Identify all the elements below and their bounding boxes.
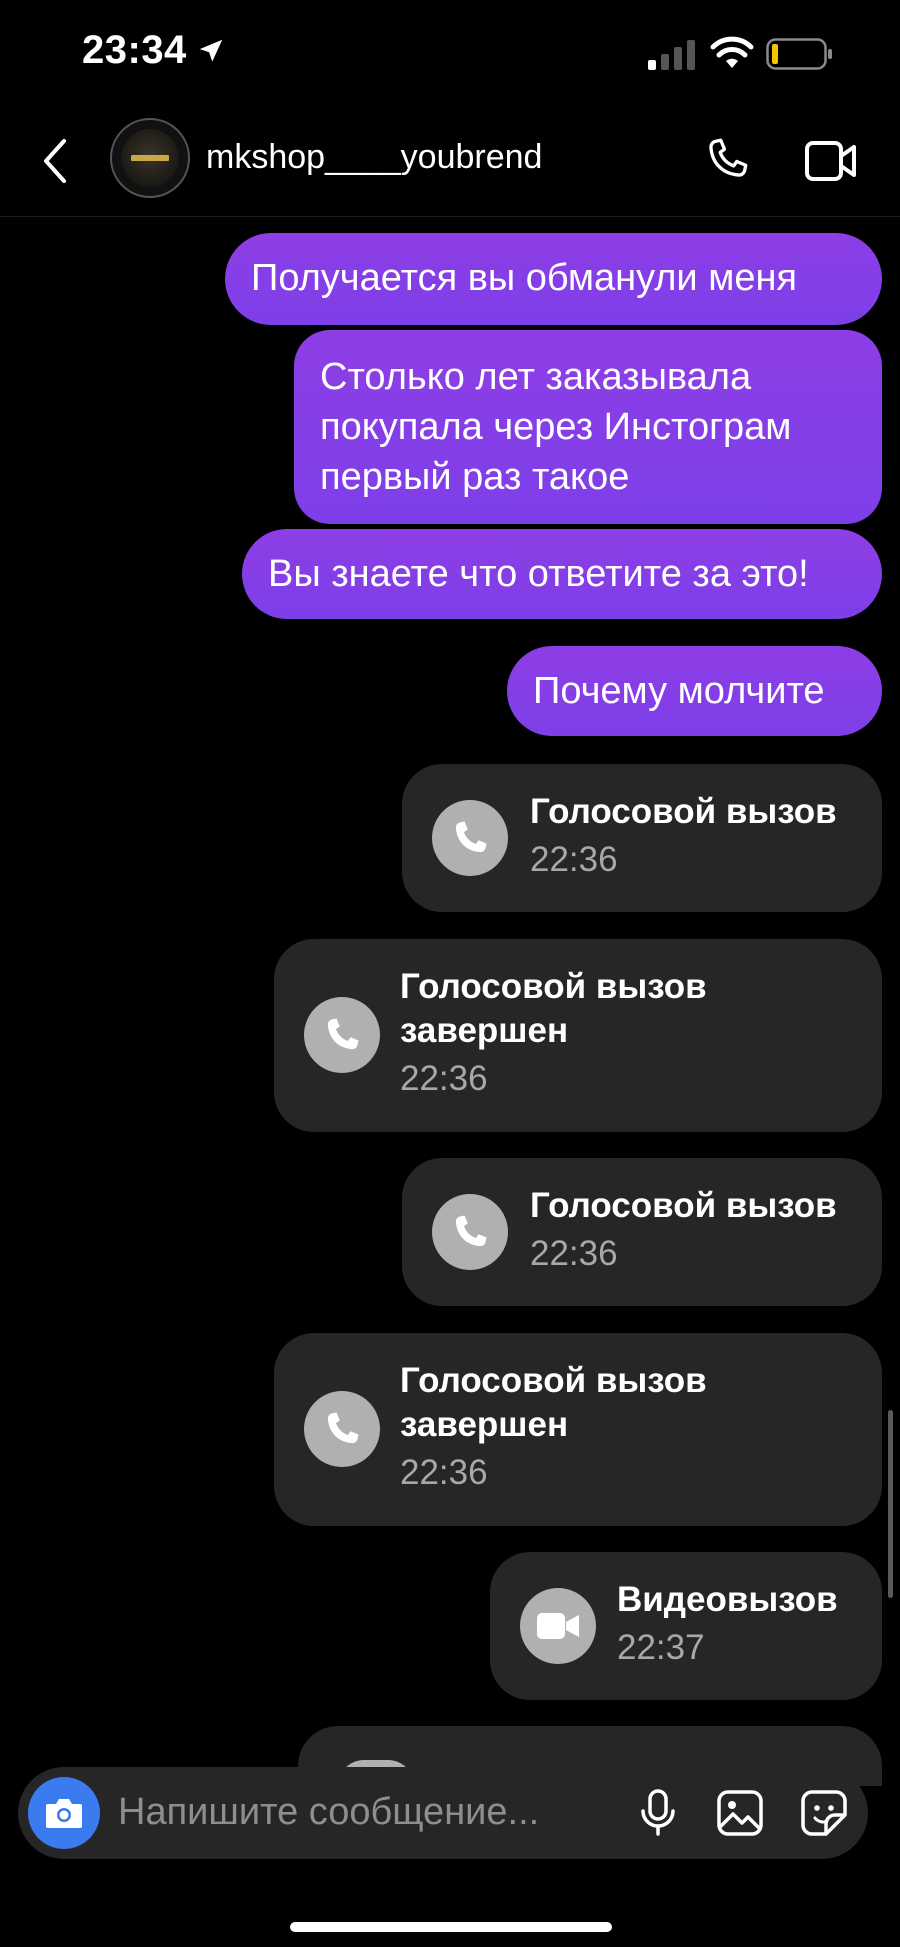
status-time: 23:34 [82,28,187,72]
phone-outgoing-icon [304,1391,380,1467]
call-title: Голосовой вызов завершен [400,967,707,1050]
phone-outgoing-icon [304,997,380,1073]
call-time: 22:37 [617,1628,705,1667]
message-input[interactable]: Напишите сообщение... [118,1791,539,1834]
call-card[interactable]: Голосовой вызов завершен 22:36 [274,939,882,1132]
microphone-icon[interactable] [638,1789,678,1837]
wifi-icon [710,36,754,68]
video-call-button[interactable] [804,138,858,184]
sticker-icon[interactable] [800,1789,848,1837]
message-composer: Напишите сообщение... [18,1767,868,1859]
call-title: Голосовой вызов завершен [400,1361,707,1444]
phone-call-button[interactable] [702,134,752,184]
call-card[interactable]: Голосовой вызов 22:36 [402,764,882,912]
gallery-icon[interactable] [716,1789,764,1837]
phone-icon [432,800,508,876]
home-indicator[interactable] [290,1922,612,1932]
scrollbar[interactable] [888,1410,893,1598]
call-title: Голосовой вызов [530,792,837,831]
call-time: 22:36 [400,1453,488,1492]
location-arrow-icon [199,39,223,62]
back-chevron-icon[interactable] [40,136,70,186]
call-card[interactable]: Голосовой вызов 22:36 [402,1158,882,1306]
message-bubble[interactable]: Вы знаете что ответите за это! [242,529,882,619]
call-card[interactable]: Голосовой вызов завершен 22:36 [274,1333,882,1526]
call-title: Видеовызов [617,1580,838,1619]
battery-icon [766,38,832,70]
video-camera-icon [520,1588,596,1664]
chat-header: mkshop____youbrend [0,108,900,217]
avatar[interactable] [110,118,190,198]
status-bar: 23:34 [0,0,900,108]
call-time: 22:36 [530,840,618,879]
call-time: 22:36 [530,1234,618,1273]
chat-username[interactable]: mkshop____youbrend [206,138,542,177]
message-bubble[interactable]: Получается вы обманули меня [225,233,882,325]
call-time: 22:36 [400,1059,488,1098]
cellular-signal-icon [648,40,695,70]
call-title: Голосовой вызов [530,1186,837,1225]
call-card[interactable]: Видеовызов 22:37 [490,1552,882,1700]
message-bubble[interactable]: Столько лет заказывала покупала через Ин… [294,330,882,524]
phone-icon [432,1194,508,1270]
camera-icon [46,1799,82,1828]
avatar-logo [121,129,179,187]
message-bubble[interactable]: Почему молчите [507,646,882,736]
camera-button[interactable] [28,1777,100,1849]
